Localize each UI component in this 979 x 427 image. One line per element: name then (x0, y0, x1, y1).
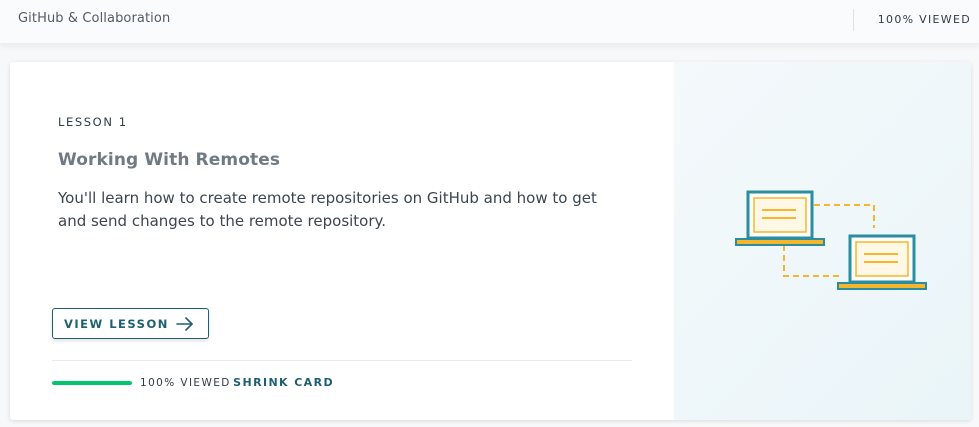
shrink-card-link[interactable]: SHRINK CARD (233, 376, 334, 389)
topbar-divider (853, 9, 854, 31)
lesson-progress-label: 100% VIEWED (140, 377, 231, 389)
laptops-sync-icon (735, 190, 927, 290)
card-footer-divider (52, 360, 632, 361)
arrow-right-icon (176, 317, 193, 331)
view-lesson-label: VIEW LESSON (64, 317, 169, 331)
lesson-number: LESSON 1 (58, 115, 128, 129)
lesson-description: You'll learn how to create remote reposi… (58, 189, 597, 230)
lesson-card-content: LESSON 1 Working With Remotes You'll lea… (10, 62, 674, 420)
lesson-illustration-panel (674, 62, 971, 420)
view-lesson-button[interactable]: VIEW LESSON (52, 308, 209, 339)
lesson-title: Working With Remotes (58, 150, 281, 170)
lesson-card: LESSON 1 Working With Remotes You'll lea… (10, 62, 971, 420)
course-progress-label: 100% VIEWED (877, 13, 971, 26)
lesson-progress-fill (52, 381, 132, 385)
lesson-progress-bar (52, 381, 132, 385)
top-bar: GitHub & Collaboration 100% VIEWED (0, 0, 979, 44)
course-title: GitHub & Collaboration (18, 11, 171, 26)
